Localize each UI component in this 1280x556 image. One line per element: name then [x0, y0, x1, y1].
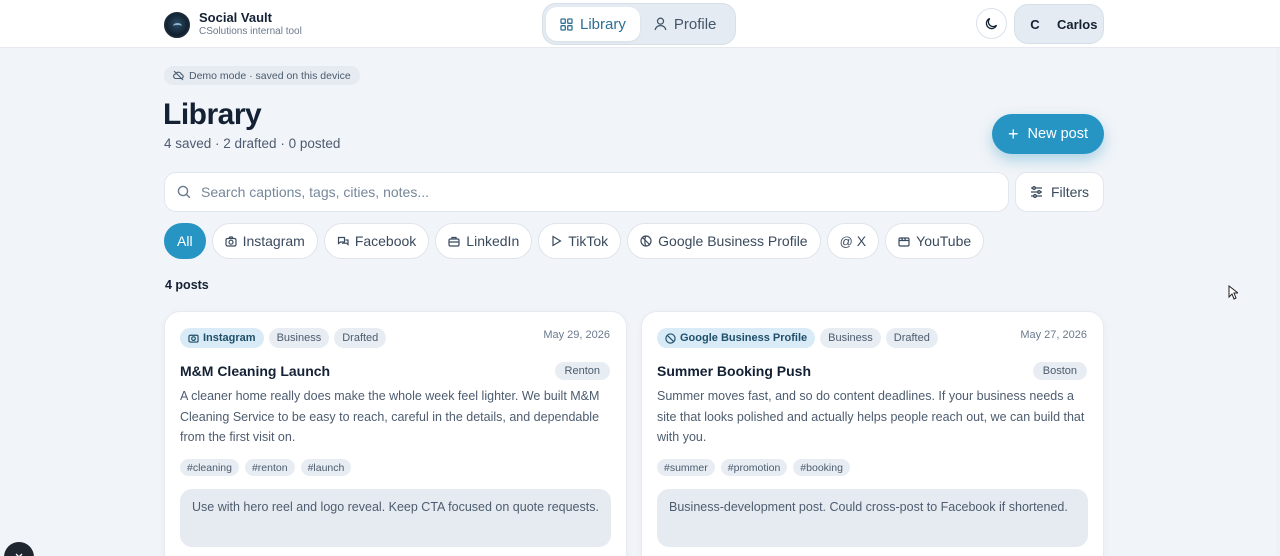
chip-linkedin[interactable]: LinkedIn	[435, 223, 533, 259]
chip-youtube[interactable]: YouTube	[885, 223, 985, 259]
brand-subtitle: CSolutions internal tool	[199, 26, 302, 37]
page-title: Library	[163, 98, 262, 131]
plus-icon: +	[1008, 124, 1019, 144]
search-input[interactable]	[201, 184, 981, 200]
page-stats: 4 saved · 2 drafted · 0 posted	[164, 136, 341, 151]
post-title: M&M Cleaning Launch	[180, 363, 331, 379]
hashtag: #launch	[300, 459, 352, 476]
post-note: Use with hero reel and logo reveal. Keep…	[180, 489, 611, 547]
platform-badge: Google Business Profile	[657, 328, 816, 348]
chip-label: TikTok	[568, 233, 609, 249]
posts-count: 4 posts	[165, 278, 209, 292]
user-menu-button[interactable]: C Carlos	[1014, 4, 1104, 44]
post-date: May 27, 2026	[1020, 329, 1087, 341]
theme-toggle-button[interactable]	[976, 8, 1007, 39]
nav-profile[interactable]: Profile	[640, 7, 731, 41]
city-badge: Boston	[1032, 362, 1087, 380]
floating-action-button[interactable]	[4, 542, 34, 556]
search-bar	[164, 172, 1009, 212]
globe-icon	[665, 332, 676, 344]
platform-filter-chips: All Instagram Facebook LinkedIn TikTok G…	[164, 223, 990, 259]
camera-icon	[224, 235, 237, 247]
user-name: Carlos	[1057, 16, 1098, 32]
chip-label: Instagram	[242, 233, 305, 249]
mouse-cursor-icon	[1228, 285, 1238, 300]
chip-label: Google Business Profile	[658, 233, 808, 249]
demo-mode-text: Demo mode · saved on this device	[189, 69, 351, 82]
platform-label: Google Business Profile	[680, 332, 808, 344]
status-badge: Drafted	[334, 328, 387, 348]
category-badge: Business	[268, 328, 330, 348]
hashtag: #renton	[244, 459, 295, 476]
chip-label: YouTube	[916, 233, 972, 249]
chat-icon	[337, 236, 349, 246]
search-icon	[177, 185, 191, 199]
camera-icon	[188, 334, 199, 343]
post-card[interactable]: Instagram Business Drafted May 29, 2026 …	[164, 311, 627, 556]
chip-all[interactable]: All	[164, 223, 206, 259]
chip-label: LinkedIn	[466, 233, 520, 249]
brand-title: Social Vault	[199, 10, 272, 25]
globe-icon	[640, 235, 652, 247]
video-icon	[898, 236, 910, 247]
platform-label: Instagram	[203, 332, 256, 344]
hashtag-list: #summer #promotion #booking	[657, 459, 856, 476]
nav-profile-label: Profile	[673, 15, 717, 33]
chip-instagram[interactable]: Instagram	[211, 223, 318, 259]
hashtag: #booking	[793, 459, 850, 476]
chip-tiktok[interactable]: TikTok	[538, 223, 622, 259]
grid-icon	[560, 17, 573, 31]
brand[interactable]: Social Vault CSolutions internal tool	[164, 11, 302, 38]
briefcase-icon	[448, 236, 460, 247]
new-post-label: New post	[1027, 126, 1088, 142]
chip-label: All	[177, 233, 193, 249]
chip-label: Facebook	[354, 233, 417, 249]
main-nav: Library Profile	[542, 3, 736, 45]
hashtag: #promotion	[720, 459, 788, 476]
status-badge: Drafted	[885, 328, 938, 348]
user-icon	[654, 17, 667, 31]
demo-mode-badge: Demo mode · saved on this device	[164, 66, 360, 85]
category-badge: Business	[820, 328, 881, 348]
hashtag: #summer	[657, 459, 715, 476]
play-icon	[552, 235, 562, 247]
avatar: C	[1021, 10, 1049, 38]
chip-google-business-profile[interactable]: Google Business Profile	[627, 223, 821, 259]
chip-facebook[interactable]: Facebook	[323, 223, 430, 259]
nav-library[interactable]: Library	[546, 7, 640, 41]
top-bar: Social Vault CSolutions internal tool Li…	[0, 0, 1280, 48]
post-note: Business-development post. Could cross-p…	[657, 489, 1088, 547]
post-date: May 29, 2026	[543, 329, 610, 341]
city-badge: Renton	[554, 362, 610, 380]
cloud-off-icon	[173, 70, 184, 81]
at-icon: @	[839, 233, 853, 249]
sliders-icon	[1030, 186, 1042, 198]
new-post-button[interactable]: + New post	[992, 114, 1104, 154]
platform-badge: Instagram	[180, 328, 264, 348]
post-caption: A cleaner home really does make the whol…	[180, 389, 600, 444]
filters-label: Filters	[1050, 184, 1090, 200]
post-caption: Summer moves fast, and so do content dea…	[657, 389, 1085, 444]
chip-label: X	[856, 233, 867, 249]
brand-logo	[164, 11, 190, 38]
hashtag: #cleaning	[180, 459, 239, 476]
nav-library-label: Library	[580, 15, 626, 33]
post-title: Summer Booking Push	[657, 363, 812, 379]
scrollbar[interactable]	[1276, 48, 1280, 556]
moon-icon	[985, 17, 998, 30]
post-card[interactable]: Google Business Profile Business Drafted…	[641, 311, 1104, 556]
hashtag-list: #cleaning #renton #launch	[180, 459, 357, 476]
chip-x[interactable]: @ X	[826, 223, 880, 259]
filters-button[interactable]: Filters	[1015, 172, 1104, 212]
